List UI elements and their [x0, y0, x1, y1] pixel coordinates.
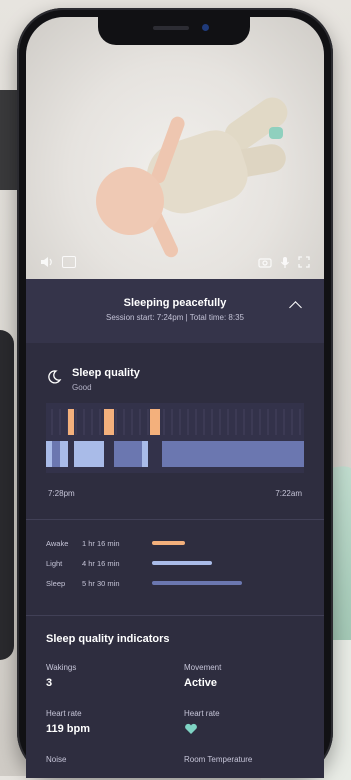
indicator-value: Active: [184, 677, 218, 689]
indicator-label: Noise: [46, 755, 67, 764]
sleep-timeline-chart: [46, 403, 304, 473]
video-controls-bar: [26, 245, 324, 279]
heart-icon: [185, 723, 197, 734]
awake-segment: [150, 409, 160, 435]
phone-screen: Sleeping peacefully Session start: 7:24p…: [26, 17, 324, 778]
legend-row: Light 4 hr 16 min: [46, 553, 306, 573]
sleep-stage-legend: Awake 1 hr 16 min Light 4 hr 16 min Slee…: [46, 533, 306, 593]
sleep-status-card[interactable]: Sleeping peacefully Session start: 7:24p…: [26, 279, 324, 343]
timeline-start: 7:28pm: [48, 489, 75, 498]
legend-bar-light: [152, 561, 212, 565]
indicator-label: Movement: [184, 663, 222, 672]
status-title: Sleeping peacefully: [123, 297, 227, 309]
indicator-label: Heart rate: [184, 709, 220, 718]
background-left-dark-object: [0, 330, 14, 660]
indicator-value: 3: [46, 677, 53, 689]
fullscreen-icon[interactable]: [298, 256, 310, 268]
live-video-feed[interactable]: [26, 17, 324, 279]
legend-name: Light: [46, 558, 63, 568]
phone-notch: [98, 17, 250, 45]
divider: [26, 615, 324, 616]
legend-name: Awake: [46, 538, 69, 548]
indicator-label: Heart rate: [46, 709, 82, 718]
legend-duration: 1 hr 16 min: [82, 538, 120, 548]
timeline-end: 7:22am: [275, 489, 302, 498]
light-segment: [74, 441, 104, 467]
phone-frame: Sleeping peacefully Session start: 7:24p…: [17, 8, 333, 778]
smart-sock: [269, 127, 283, 139]
indicators-title: Sleep quality indicators: [46, 633, 170, 645]
awake-segment: [104, 409, 114, 435]
sleep-quality-title: Sleep quality: [72, 367, 140, 379]
indicator-label: Wakings: [46, 663, 77, 672]
front-camera: [202, 24, 209, 31]
divider: [26, 519, 324, 520]
speaker-grille: [153, 26, 189, 30]
sleep-segment: [52, 441, 60, 467]
light-segment: [142, 441, 148, 467]
legend-row: Awake 1 hr 16 min: [46, 533, 306, 553]
legend-bar-awake: [152, 541, 185, 545]
legend-duration: 5 hr 30 min: [82, 578, 120, 588]
mic-icon[interactable]: [280, 256, 290, 269]
legend-duration: 4 hr 16 min: [82, 558, 120, 568]
volume-icon[interactable]: [40, 256, 54, 268]
sleep-quality-value: Good: [72, 383, 92, 392]
legend-name: Sleep: [46, 578, 66, 588]
baby-head: [96, 167, 164, 235]
hd-icon[interactable]: [62, 256, 76, 268]
sleep-segment: [162, 441, 304, 467]
legend-row: Sleep 5 hr 30 min: [46, 573, 306, 593]
moon-icon: [48, 370, 62, 384]
session-summary: Session start: 7:24pm | Total time: 8:35: [106, 313, 244, 322]
background-left-object: [0, 90, 18, 190]
sleep-details-panel: Sleep quality Good 7:28pm 7:22am Awake 1…: [26, 343, 324, 778]
sleep-segment: [114, 441, 142, 467]
awake-segment: [68, 409, 74, 435]
legend-bar-sleep: [152, 581, 242, 585]
indicator-value: 119 bpm: [46, 723, 91, 735]
indicator-label: Room Temperature: [184, 755, 253, 764]
camera-icon[interactable]: [258, 256, 272, 268]
